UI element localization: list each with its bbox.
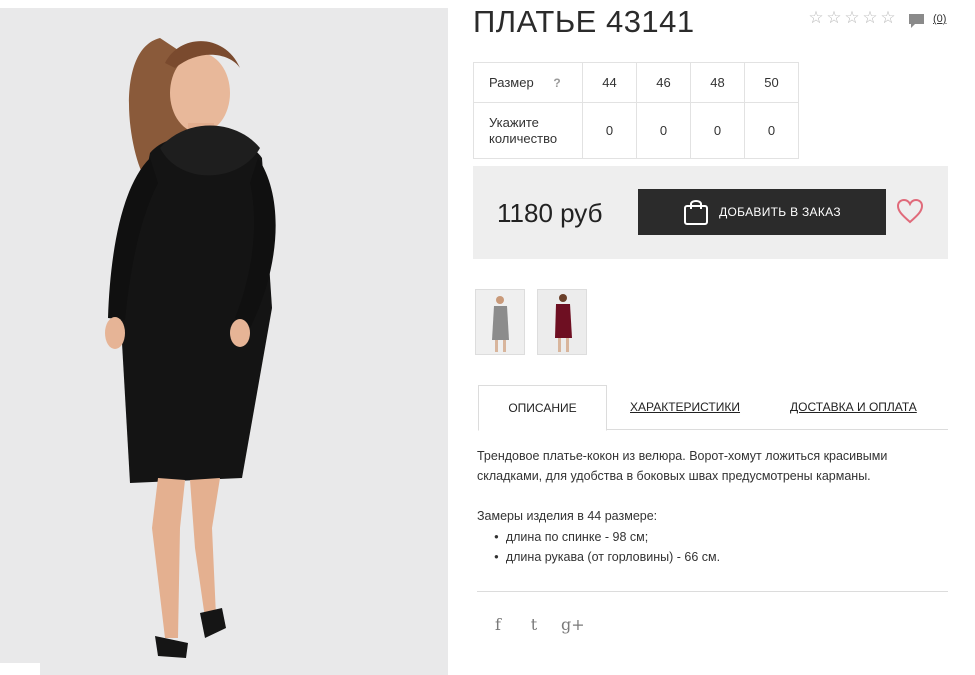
product-price: 1180 руб <box>497 198 603 228</box>
shopping-bag-icon <box>684 200 709 225</box>
tab-description[interactable]: ОПИСАНИЕ <box>478 385 607 431</box>
quantity-input[interactable]: 0 <box>582 102 637 159</box>
add-to-order-button[interactable]: ДОБАВИТЬ В ЗАКАЗ <box>638 189 886 235</box>
list-item: длина по спинке - 98 см; <box>494 528 720 548</box>
star-icon[interactable]: ☆ <box>844 9 860 26</box>
measure-list: длина по спинке - 98 см; длина рукава (о… <box>494 528 720 568</box>
tab-delivery[interactable]: ДОСТАВКА И ОПЛАТА <box>790 385 917 430</box>
comment-icon[interactable] <box>908 12 925 29</box>
quantity-label-line2: количество <box>489 130 558 146</box>
product-title: ПЛАТЬЕ 43141 <box>473 4 695 39</box>
measure-title: Замеры изделия в 44 размере: <box>477 509 658 523</box>
thumbnail-list <box>475 289 587 355</box>
product-description: Трендовое платье-кокон из велюра. Ворот-… <box>477 449 888 483</box>
size-column: 44 <box>582 62 637 103</box>
heart-icon[interactable] <box>896 198 924 224</box>
size-label: Размер <box>489 74 534 90</box>
grey-dress-thumbnail[interactable] <box>475 289 525 355</box>
burgundy-dress-thumbnail[interactable] <box>537 289 587 355</box>
product-photo <box>0 8 448 675</box>
star-icon[interactable]: ☆ <box>880 9 896 26</box>
buy-box: 1180 руб ДОБАВИТЬ В ЗАКАЗ <box>473 166 948 259</box>
size-column: 46 <box>636 62 691 103</box>
quantity-input[interactable]: 0 <box>744 102 799 159</box>
twitter-icon[interactable]: t <box>525 615 543 634</box>
size-table: Размер ? 44 46 48 50 Укажите количество … <box>473 62 799 159</box>
facebook-icon[interactable]: f <box>489 615 507 634</box>
social-share: f t g+ <box>489 615 585 634</box>
divider <box>477 591 948 592</box>
size-column: 50 <box>744 62 799 103</box>
star-icon[interactable]: ☆ <box>808 9 824 26</box>
size-header-cell: Размер ? <box>473 62 583 103</box>
star-rating[interactable]: ☆ ☆ ☆ ☆ ☆ <box>808 9 896 26</box>
google-plus-icon[interactable]: g+ <box>561 615 585 634</box>
add-to-order-label: ДОБАВИТЬ В ЗАКАЗ <box>719 205 841 219</box>
tab-characteristics[interactable]: ХАРАКТЕРИСТИКИ <box>630 385 740 430</box>
comments-count-link[interactable]: (0) <box>933 13 946 25</box>
quantity-label-cell: Укажите количество <box>473 102 583 159</box>
list-item: длина рукава (от горловины) - 66 см. <box>494 548 720 568</box>
star-icon[interactable]: ☆ <box>862 9 878 26</box>
size-help-icon[interactable]: ? <box>553 76 560 90</box>
quantity-label-line1: Укажите <box>489 114 539 130</box>
quantity-input[interactable]: 0 <box>690 102 745 159</box>
size-column: 48 <box>690 62 745 103</box>
star-icon[interactable]: ☆ <box>826 9 842 26</box>
quantity-input[interactable]: 0 <box>636 102 691 159</box>
product-tabs: ОПИСАНИЕ ХАРАКТЕРИСТИКИ ДОСТАВКА И ОПЛАТ… <box>478 385 948 431</box>
